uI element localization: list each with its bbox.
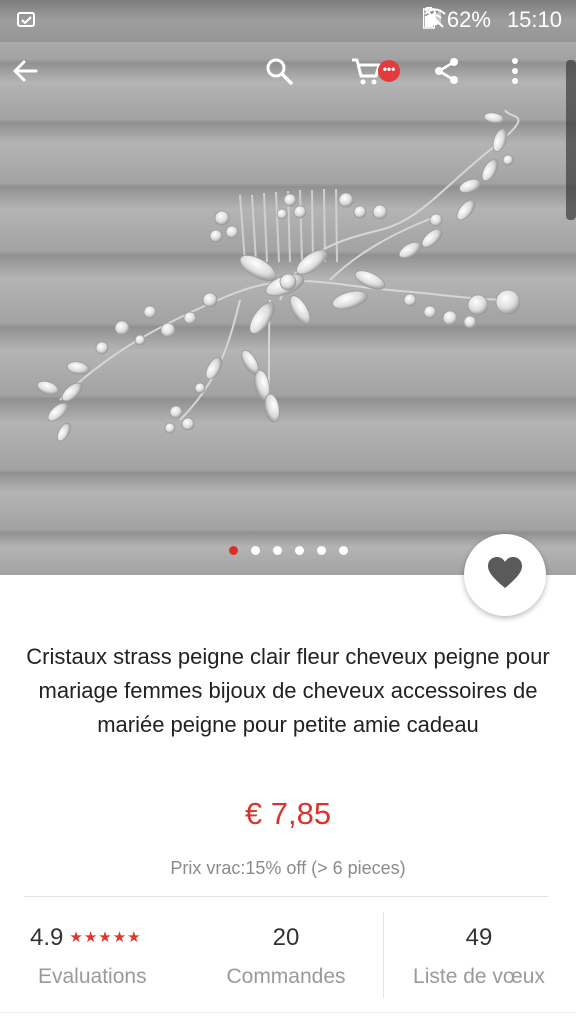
notification-icon: [16, 10, 38, 30]
cart-badge: •••: [378, 60, 400, 82]
heart-icon: [487, 556, 523, 595]
back-button[interactable]: [10, 56, 66, 114]
carousel-dot[interactable]: [250, 546, 260, 555]
clock: 15:10: [506, 7, 562, 32]
divider: [24, 896, 548, 897]
battery-percent: 62%: [446, 7, 491, 32]
more-options-button[interactable]: [510, 56, 566, 114]
wishlist-stat[interactable]: 49 Liste de vœux: [398, 922, 560, 994]
wishlist-label: Liste de vœux: [413, 965, 545, 988]
divider-vertical: [383, 912, 384, 998]
cart-button[interactable]: •••: [350, 56, 406, 114]
product-price: € 7,85: [244, 796, 332, 831]
carousel-dot[interactable]: [272, 546, 282, 555]
status-bar: 62% 15:10: [0, 0, 576, 42]
wishlist-count: 49: [465, 924, 493, 951]
search-button[interactable]: [264, 56, 320, 114]
product-image-carousel[interactable]: 62% 15:10 •••: [0, 0, 576, 575]
divider: [0, 1012, 576, 1013]
share-button[interactable]: [432, 56, 488, 114]
rating-label: Evaluations: [38, 965, 147, 988]
carousel-dot[interactable]: [338, 546, 348, 555]
carousel-dot[interactable]: [316, 546, 326, 555]
rating-stat[interactable]: 4.9 ★★★★★ Evaluations: [24, 922, 174, 994]
orders-stat[interactable]: 20 Commandes: [206, 922, 366, 994]
bulk-price-info: Prix vrac:15% off (> 6 pieces): [170, 858, 406, 878]
rating-stars: ★★★★★: [69, 929, 142, 946]
add-to-wishlist-button[interactable]: [464, 534, 546, 616]
carousel-dot[interactable]: [228, 546, 238, 555]
carousel-dot[interactable]: [294, 546, 304, 555]
product-title: Cristaux strass peigne clair fleur cheve…: [26, 644, 550, 737]
orders-count: 20: [272, 924, 300, 951]
toolbar: •••: [0, 56, 576, 114]
orders-label: Commandes: [226, 965, 346, 988]
rating-value: 4.9: [30, 924, 64, 951]
